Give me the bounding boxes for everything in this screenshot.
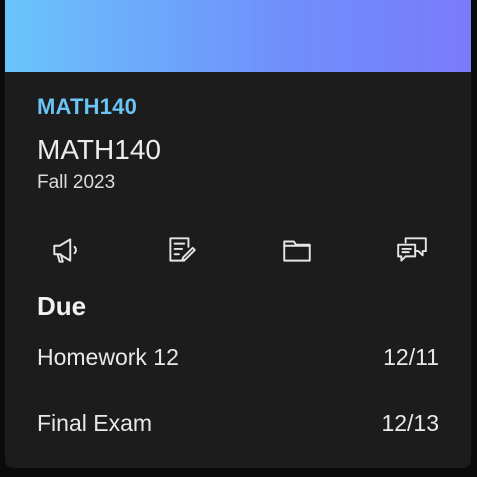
folder-icon — [283, 240, 311, 262]
course-card[interactable]: MATH140 MATH140 Fall 2023 Due Homework 1… — [5, 0, 471, 468]
megaphone-icon — [53, 238, 77, 263]
due-heading: Due — [37, 291, 87, 321]
course-banner[interactable] — [5, 0, 471, 72]
course-name: MATH140 — [37, 134, 161, 165]
due-item-title: Homework 12 — [37, 344, 179, 370]
due-item-date: 12/13 — [381, 410, 439, 436]
due-item-final-exam[interactable]: Final Exam 12/13 — [37, 410, 439, 442]
assignment-edit-icon — [169, 237, 196, 262]
course-action-bar — [5, 228, 471, 272]
due-item-homework-12[interactable]: Homework 12 12/11 — [37, 344, 439, 376]
assignments-button[interactable] — [159, 228, 203, 272]
discussions-button[interactable] — [390, 228, 434, 272]
course-term: Fall 2023 — [37, 172, 116, 193]
due-item-title: Final Exam — [37, 410, 153, 436]
discussion-icon — [397, 237, 427, 262]
announcements-button[interactable] — [44, 228, 88, 272]
files-button[interactable] — [275, 228, 319, 272]
due-item-date: 12/11 — [383, 344, 439, 370]
course-code[interactable]: MATH140 — [37, 94, 137, 120]
